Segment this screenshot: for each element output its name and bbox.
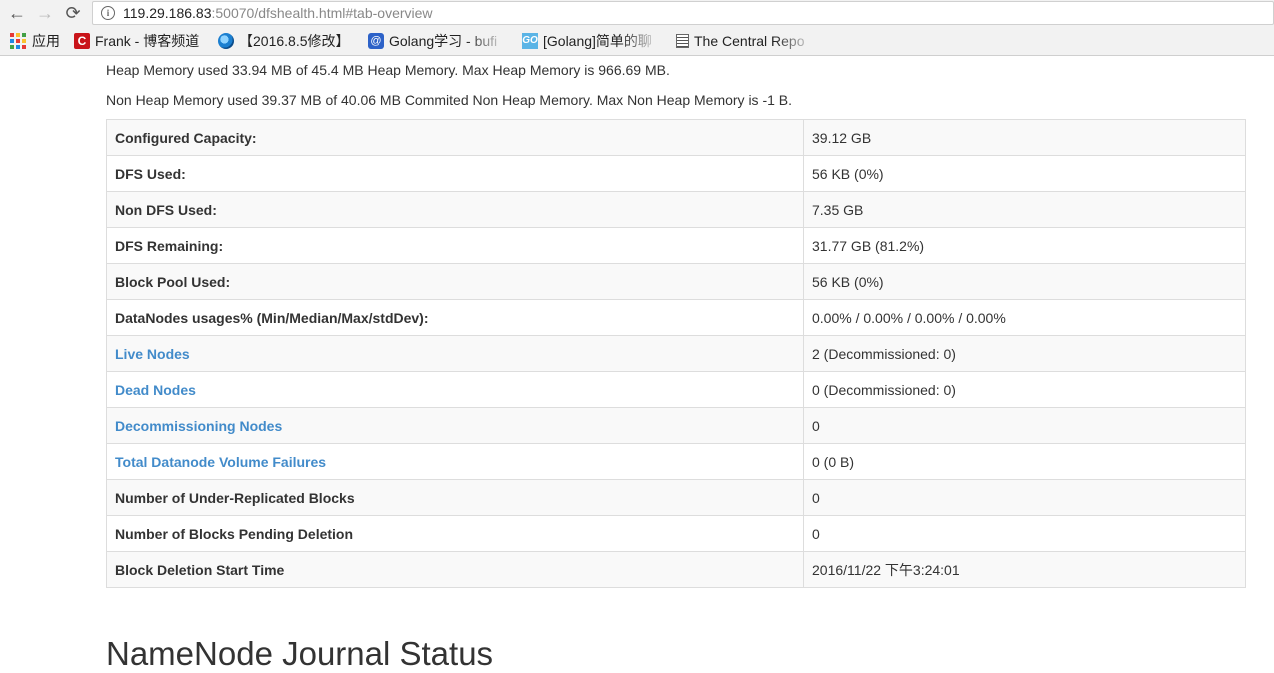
row-value-cell: 7.35 GB xyxy=(803,191,1246,228)
row-value-cell: 56 KB (0%) xyxy=(803,155,1246,192)
row-key-label: Block Deletion Start Time xyxy=(115,561,285,578)
row-key-label: Number of Under-Replicated Blocks xyxy=(115,489,355,506)
bookmark-golang-chat[interactable]: GO [Golang]简单的聊 xyxy=(522,31,662,51)
row-value-cell: 0 xyxy=(803,515,1246,552)
row-value-cell: 0 xyxy=(803,479,1246,516)
bookmark-frank[interactable]: C Frank - 博客频道 xyxy=(74,31,204,51)
table-row: Live Nodes 2 (Decommissioned: 0) xyxy=(106,335,1246,372)
url-path: :50070/dfshealth.html#tab-overview xyxy=(211,5,433,21)
table-row: DFS Used: 56 KB (0%) xyxy=(106,155,1246,192)
bookmark-golang-study[interactable]: @ Golang学习 - bufi xyxy=(368,31,508,51)
bookmark-label: Frank - 博客频道 xyxy=(95,32,200,49)
table-row: Dead Nodes 0 (Decommissioned: 0) xyxy=(106,371,1246,408)
row-key-cell: Number of Blocks Pending Deletion xyxy=(106,515,804,552)
row-key-cell: DataNodes usages% (Min/Median/Max/stdDev… xyxy=(106,299,804,336)
apps-grid-icon xyxy=(10,32,26,49)
back-arrow-icon[interactable]: ← xyxy=(6,2,28,24)
nonheap-memory-text: Non Heap Memory used 39.37 MB of 40.06 M… xyxy=(106,92,793,108)
heap-memory-text: Heap Memory used 33.94 MB of 45.4 MB Hea… xyxy=(106,62,670,78)
row-value-cell: 0 (0 B) xyxy=(803,443,1246,480)
row-key-link[interactable]: Dead Nodes xyxy=(115,382,196,398)
row-key-label: Configured Capacity: xyxy=(115,129,257,146)
table-row: Configured Capacity: 39.12 GB xyxy=(106,119,1246,156)
csdn-icon: C xyxy=(74,32,90,49)
row-key-cell: DFS Used: xyxy=(106,155,804,192)
bookmark-label: 应用 xyxy=(32,32,60,49)
row-key-link[interactable]: Decommissioning Nodes xyxy=(115,418,282,434)
overview-table: Configured Capacity: 39.12 GB DFS Used: 56 … xyxy=(106,119,1246,588)
table-row: Number of Under-Replicated Blocks 0 xyxy=(106,479,1246,516)
go-icon: GO xyxy=(522,32,538,49)
row-key-cell: Total Datanode Volume Failures xyxy=(106,443,804,480)
bookmark-apps[interactable]: 应用 xyxy=(10,31,60,51)
row-value-cell: 0.00% / 0.00% / 0.00% / 0.00% xyxy=(803,299,1246,336)
row-value-cell: 56 KB (0%) xyxy=(803,263,1246,300)
table-row: Block Pool Used: 56 KB (0%) xyxy=(106,263,1246,300)
row-key-label: DataNodes usages% (Min/Median/Max/stdDev… xyxy=(115,309,429,326)
bookmark-label: [Golang]简单的聊 xyxy=(543,32,652,49)
row-key-label: DFS Used: xyxy=(115,165,186,182)
row-key-label: DFS Remaining: xyxy=(115,237,224,254)
bookmark-2016[interactable]: 【2016.8.5修改】 xyxy=(218,31,354,51)
bookmark-label: Golang学习 - bufi xyxy=(389,32,498,49)
info-icon[interactable]: i xyxy=(101,6,115,20)
row-key-cell: Dead Nodes xyxy=(106,371,804,408)
row-key-cell: Non DFS Used: xyxy=(106,191,804,228)
address-bar[interactable]: i 119.29.186.83:50070/dfshealth.html#tab… xyxy=(92,1,1274,25)
bookmark-central-repo[interactable]: The Central Repo xyxy=(676,33,816,49)
row-key-cell: Configured Capacity: xyxy=(106,119,804,156)
forward-arrow-icon[interactable]: → xyxy=(34,2,56,24)
row-key-cell: Decommissioning Nodes xyxy=(106,407,804,444)
journal-status-heading: NameNode Journal Status xyxy=(106,635,494,672)
row-key-link[interactable]: Live Nodes xyxy=(115,346,190,362)
row-value-cell: 39.12 GB xyxy=(803,119,1246,156)
table-row: Block Deletion Start Time 2016/11/22 下午3:… xyxy=(106,551,1246,588)
row-value-cell: 31.77 GB (81.2%) xyxy=(803,227,1246,264)
row-key-label: Block Pool Used: xyxy=(115,273,231,290)
row-key-link[interactable]: Total Datanode Volume Failures xyxy=(115,454,326,470)
row-value-cell: 0 xyxy=(803,407,1246,444)
document-icon xyxy=(676,33,689,48)
table-row: Number of Blocks Pending Deletion 0 xyxy=(106,515,1246,552)
blue-globe-icon: @ xyxy=(368,32,384,49)
table-row: DataNodes usages% (Min/Median/Max/stdDev… xyxy=(106,299,1246,336)
table-row: Decommissioning Nodes 0 xyxy=(106,407,1246,444)
table-row: DFS Remaining: 31.77 GB (81.2%) xyxy=(106,227,1246,264)
browser-toolbar: ← → ⟳ i 119.29.186.83:50070/dfshealth.ht… xyxy=(0,0,1274,26)
row-value-cell: 2 (Decommissioned: 0) xyxy=(803,335,1246,372)
swirl-icon xyxy=(218,32,234,49)
reload-icon[interactable]: ⟳ xyxy=(62,2,84,24)
row-key-label: Number of Blocks Pending Deletion xyxy=(115,525,354,542)
row-key-cell: Number of Under-Replicated Blocks xyxy=(106,479,804,516)
bookmarks-bar: 应用 C Frank - 博客频道 【2016.8.5修改】 @ Golang学… xyxy=(0,26,1274,56)
row-key-cell: Live Nodes xyxy=(106,335,804,372)
url-host: 119.29.186.83 xyxy=(123,5,212,21)
row-value-cell: 2016/11/22 下午3:24:01 xyxy=(803,551,1246,588)
row-value-cell: 0 (Decommissioned: 0) xyxy=(803,371,1246,408)
row-key-cell: Block Deletion Start Time xyxy=(106,551,804,588)
bookmark-label: 【2016.8.5修改】 xyxy=(239,32,350,49)
table-row: Non DFS Used: 7.35 GB xyxy=(106,191,1246,228)
table-row: Total Datanode Volume Failures 0 (0 B) xyxy=(106,443,1246,480)
row-key-label: Non DFS Used: xyxy=(115,201,217,218)
row-key-cell: Block Pool Used: xyxy=(106,263,804,300)
bookmark-label: The Central Repo xyxy=(694,32,805,49)
row-key-cell: DFS Remaining: xyxy=(106,227,804,264)
